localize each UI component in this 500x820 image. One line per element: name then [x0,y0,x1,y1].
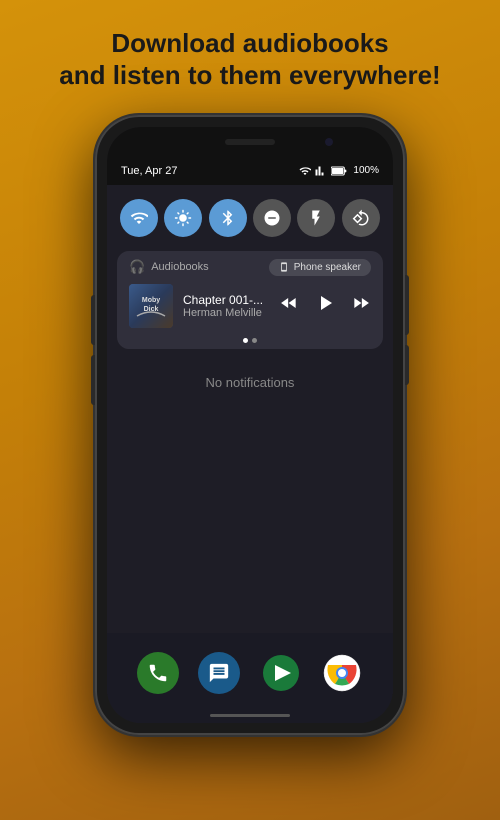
power-button [405,275,409,335]
no-notifications-label: No notifications [206,375,295,390]
status-icons: 100% [299,165,379,177]
media-notification-header: 🎧 Audiobooks Phone speaker [117,251,383,280]
track-artist: Herman Melville [183,307,269,319]
notification-panel: 🎧 Audiobooks Phone speaker [107,185,393,723]
pagination-dots [117,338,383,349]
album-art: Moby Dick [129,284,173,328]
phone-screen: Tue, Apr 27 100% [107,127,393,723]
dock-play-store-icon[interactable] [260,652,302,694]
fast-forward-button[interactable] [351,293,371,318]
earpiece-speaker [225,139,275,145]
battery-percentage: 100% [353,165,379,176]
front-camera [325,138,333,146]
rewind-button[interactable] [279,293,299,318]
headline-line2: and listen to them everywhere! [59,59,440,93]
media-app-label: 🎧 Audiobooks [129,259,209,275]
wifi-status-icon [299,165,311,177]
volume-down-button [405,345,409,385]
dot-2 [252,338,257,343]
play-store-logo [261,653,301,693]
dnd-toggle[interactable] [253,199,291,237]
media-notification-card: 🎧 Audiobooks Phone speaker [117,251,383,349]
notch-area [107,127,393,157]
play-button[interactable] [313,291,337,321]
track-info: Chapter 001-... Herman Melville [183,293,269,319]
quick-toggles [107,185,393,247]
home-indicator [210,714,290,717]
phone-speaker-label: Phone speaker [294,262,361,273]
volume-up-button [91,295,95,345]
phone-speaker-button[interactable]: Phone speaker [269,259,371,276]
dock-chrome-icon[interactable] [321,652,363,694]
media-content: Moby Dick Chapter 001-... Herman Melvill… [117,280,383,338]
wifi-toggle[interactable] [120,199,158,237]
rotate-toggle[interactable] [342,199,380,237]
bluetooth-toggle[interactable] [209,199,247,237]
battery-status-icon [331,166,347,176]
headline: Download audiobooks and listen to them e… [29,0,470,111]
phone-mockup: Tue, Apr 27 100% [95,115,405,735]
phone-body: Tue, Apr 27 100% [95,115,405,735]
volume-down-left-button [91,355,95,405]
app-name-text: Audiobooks [151,261,209,273]
dock-bar [107,633,393,723]
brightness-toggle[interactable] [164,199,202,237]
headphone-icon: 🎧 [129,259,145,275]
track-title: Chapter 001-... [183,293,269,307]
headline-line1: Download audiobooks [59,28,440,59]
chrome-logo [323,654,361,692]
flashlight-toggle[interactable] [297,199,335,237]
media-controls [279,291,371,321]
svg-text:Moby: Moby [142,297,160,304]
no-notifications-text: No notifications [107,355,393,410]
dock-messages-icon[interactable] [198,652,240,694]
signal-status-icon [315,165,327,177]
status-time: Tue, Apr 27 [121,165,177,177]
status-bar: Tue, Apr 27 100% [107,157,393,185]
dock-phone-icon[interactable] [137,652,179,694]
album-art-image: Moby Dick [129,284,173,328]
phone-speaker-icon [279,262,289,272]
dot-1 [243,338,248,343]
